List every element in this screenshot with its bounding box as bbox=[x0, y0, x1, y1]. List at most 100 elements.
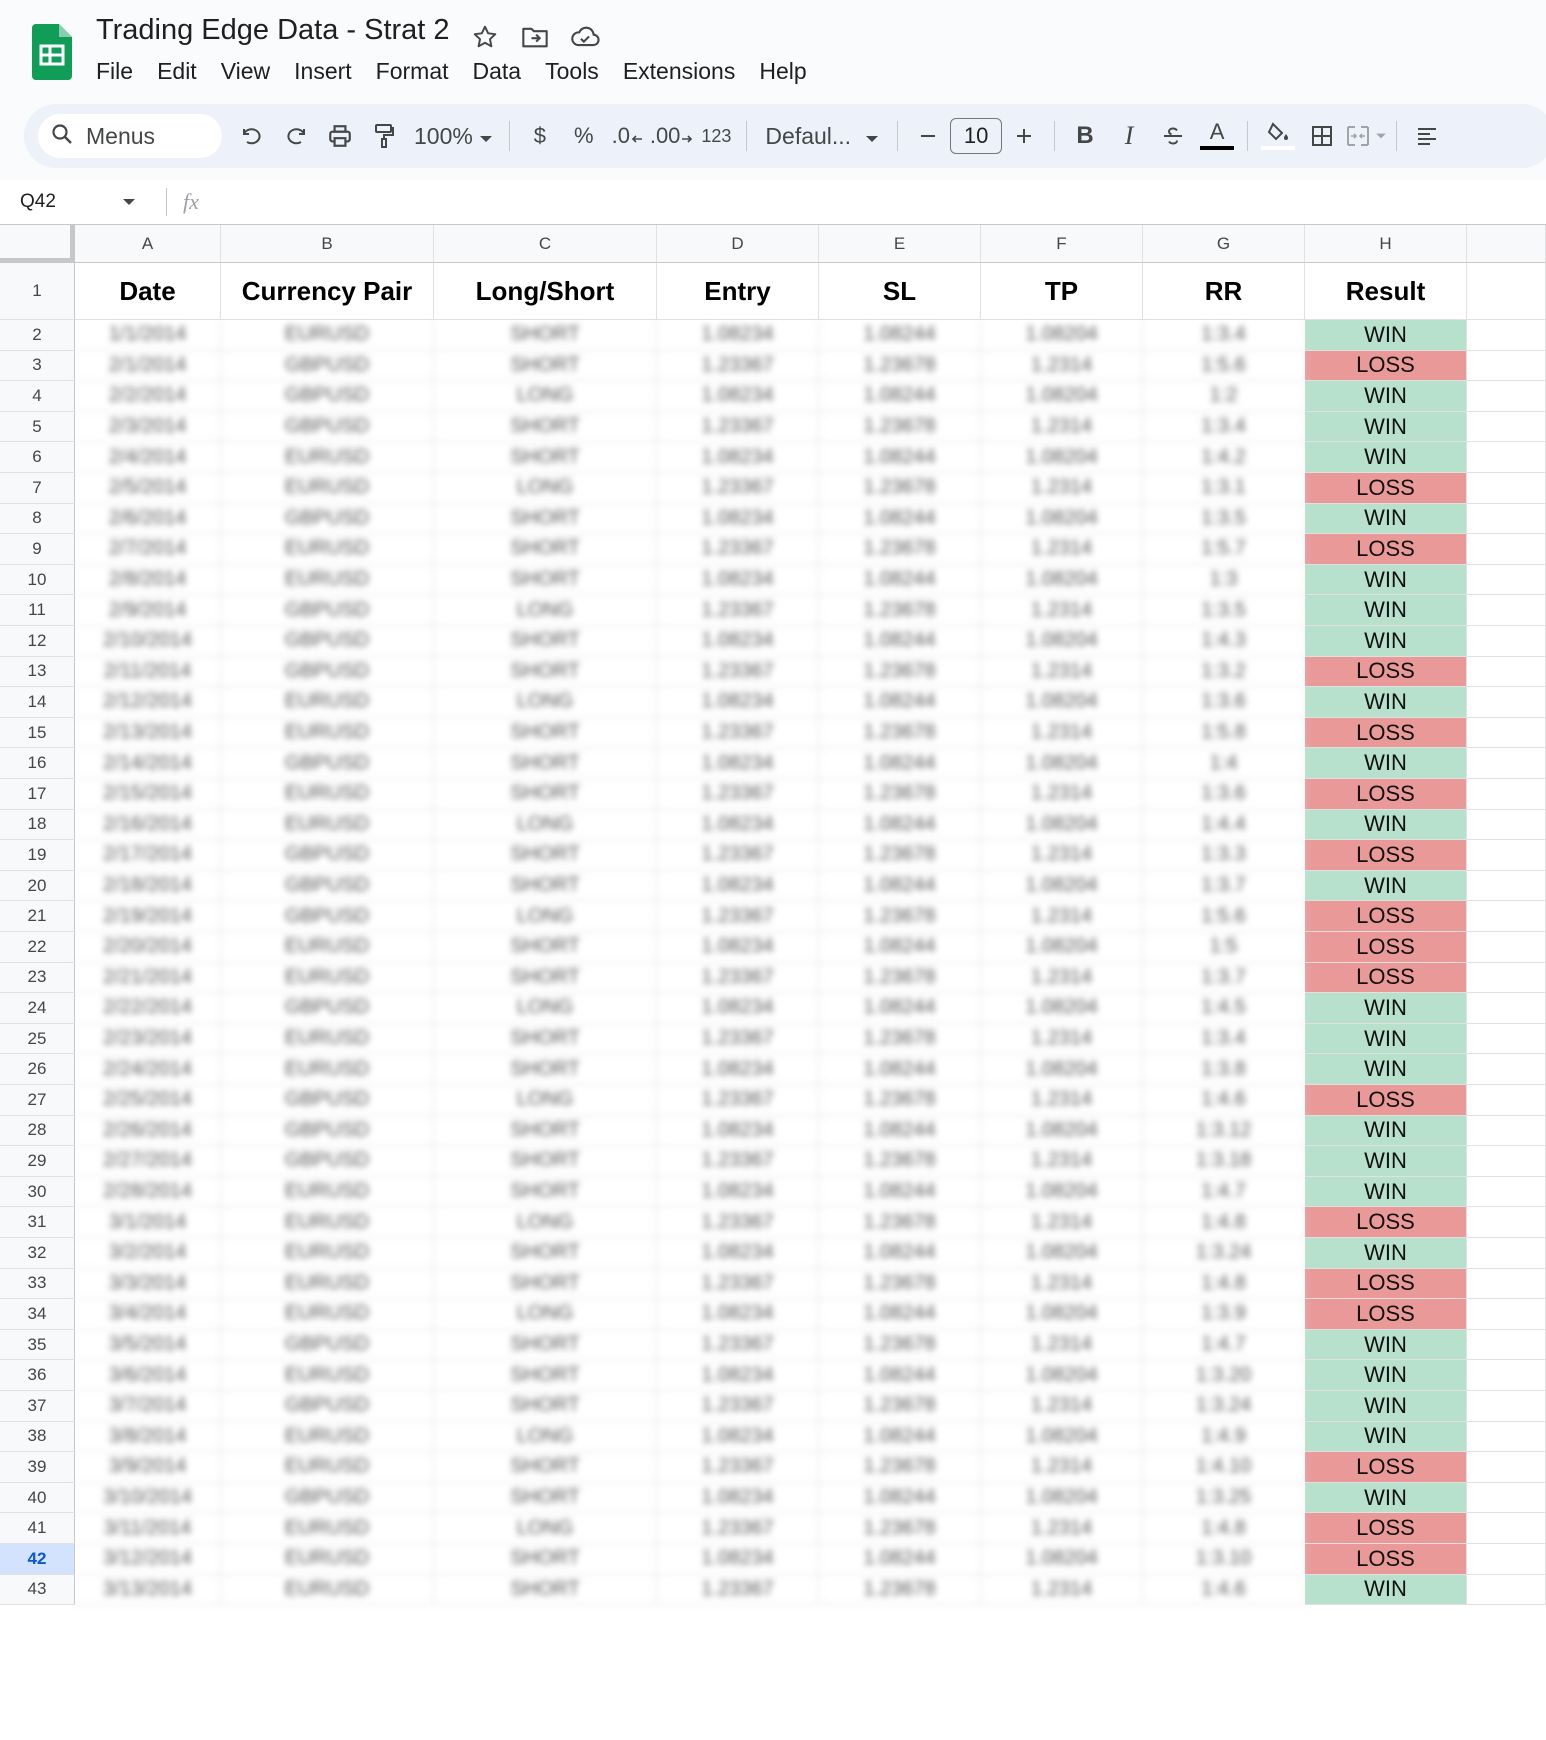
print-icon[interactable] bbox=[318, 114, 362, 158]
rr-cell[interactable]: 1:3.8 bbox=[1143, 1054, 1305, 1085]
tp-cell[interactable]: 1.08204 bbox=[981, 626, 1143, 657]
merge-cells-icon[interactable] bbox=[1344, 114, 1388, 158]
result-cell[interactable]: WIN bbox=[1305, 1023, 1467, 1055]
sl-cell[interactable]: 1.08244 bbox=[819, 932, 981, 963]
entry-cell[interactable]: 1.08234 bbox=[657, 1299, 819, 1330]
date-cell[interactable]: 2/11/2014 bbox=[75, 656, 221, 688]
empty-cell[interactable] bbox=[1467, 656, 1546, 688]
undo-icon[interactable] bbox=[230, 114, 274, 158]
menu-tools[interactable]: Tools bbox=[533, 56, 611, 87]
menu-data[interactable]: Data bbox=[461, 56, 534, 87]
currency-pair-cell[interactable]: EURUSD bbox=[221, 1421, 434, 1453]
entry-cell[interactable]: 1.23367 bbox=[657, 473, 819, 504]
long-short-cell[interactable]: SHORT bbox=[434, 1115, 657, 1147]
sl-cell[interactable]: 1.08244 bbox=[819, 381, 981, 412]
long-short-cell[interactable]: SHORT bbox=[434, 1482, 657, 1514]
column-header-a[interactable]: A bbox=[75, 225, 221, 263]
currency-pair-cell[interactable]: GBPUSD bbox=[221, 1085, 434, 1116]
menu-extensions[interactable]: Extensions bbox=[611, 56, 748, 87]
rr-cell[interactable]: 1:3.3 bbox=[1143, 840, 1305, 871]
sl-cell[interactable]: 1.08244 bbox=[819, 748, 981, 779]
sl-cell[interactable]: 1.08244 bbox=[819, 687, 981, 718]
tp-cell[interactable]: 1.08204 bbox=[981, 748, 1143, 779]
currency-pair-cell[interactable]: GBPUSD bbox=[221, 901, 434, 932]
redo-icon[interactable] bbox=[274, 114, 318, 158]
long-short-cell[interactable]: SHORT bbox=[434, 626, 657, 657]
tp-cell[interactable]: 1.2314 bbox=[981, 1391, 1143, 1422]
result-cell[interactable]: WIN bbox=[1305, 870, 1467, 902]
long-short-cell[interactable]: LONG bbox=[434, 809, 657, 841]
entry-cell[interactable]: 1.08234 bbox=[657, 564, 819, 596]
entry-cell[interactable]: 1.23367 bbox=[657, 1085, 819, 1116]
result-cell[interactable]: WIN bbox=[1305, 1054, 1467, 1085]
empty-cell[interactable] bbox=[1467, 1421, 1546, 1453]
row-header[interactable]: 7 bbox=[0, 473, 75, 504]
result-cell[interactable]: LOSS bbox=[1305, 779, 1467, 810]
long-short-cell[interactable]: SHORT bbox=[434, 932, 657, 963]
date-cell[interactable]: 2/26/2014 bbox=[75, 1115, 221, 1147]
long-short-cell[interactable]: SHORT bbox=[434, 840, 657, 871]
long-short-cell[interactable]: LONG bbox=[434, 687, 657, 718]
empty-cell[interactable] bbox=[1467, 1207, 1546, 1238]
date-cell[interactable]: 3/3/2014 bbox=[75, 1268, 221, 1300]
empty-cell[interactable] bbox=[1467, 534, 1546, 565]
tp-cell[interactable]: 1.2314 bbox=[981, 1268, 1143, 1300]
currency-pair-cell[interactable]: EURUSD bbox=[221, 687, 434, 718]
sl-cell[interactable]: 1.08244 bbox=[819, 1360, 981, 1391]
sl-cell[interactable]: 1.23678 bbox=[819, 962, 981, 994]
menu-help[interactable]: Help bbox=[747, 56, 818, 87]
empty-cell[interactable] bbox=[1467, 779, 1546, 810]
result-cell[interactable]: WIN bbox=[1305, 381, 1467, 412]
column-header-i[interactable] bbox=[1467, 225, 1546, 263]
empty-cell[interactable] bbox=[1467, 1268, 1546, 1300]
currency-pair-cell[interactable]: EURUSD bbox=[221, 717, 434, 749]
tp-cell[interactable]: 1.2314 bbox=[981, 717, 1143, 749]
column-header-c[interactable]: C bbox=[434, 225, 657, 263]
tp-cell[interactable]: 1.2314 bbox=[981, 473, 1143, 504]
tp-cell[interactable]: 1.2314 bbox=[981, 1513, 1143, 1544]
empty-cell[interactable] bbox=[1467, 350, 1546, 382]
empty-cell[interactable] bbox=[1467, 962, 1546, 994]
empty-cell[interactable] bbox=[1467, 263, 1546, 320]
entry-cell[interactable]: 1.23367 bbox=[657, 656, 819, 688]
long-short-cell[interactable]: SHORT bbox=[434, 320, 657, 351]
currency-pair-cell[interactable]: GBPUSD bbox=[221, 656, 434, 688]
long-short-cell[interactable]: SHORT bbox=[434, 1574, 657, 1606]
date-cell[interactable]: 3/12/2014 bbox=[75, 1544, 221, 1575]
currency-pair-cell[interactable]: GBPUSD bbox=[221, 1391, 434, 1422]
rr-cell[interactable]: 1:4.7 bbox=[1143, 1176, 1305, 1208]
entry-cell[interactable]: 1.23367 bbox=[657, 1574, 819, 1606]
result-cell[interactable]: WIN bbox=[1305, 1329, 1467, 1361]
currency-pair-cell[interactable]: EURUSD bbox=[221, 1268, 434, 1300]
row-header[interactable]: 25 bbox=[0, 1023, 75, 1055]
empty-cell[interactable] bbox=[1467, 473, 1546, 504]
sheet-grid[interactable]: A B C D E F G H 1 Date Currency Pair Long/Short Entr… bbox=[0, 224, 1546, 1740]
currency-pair-cell[interactable]: EURUSD bbox=[221, 1207, 434, 1238]
cloud-saved-icon[interactable] bbox=[568, 20, 602, 54]
tp-cell[interactable]: 1.08204 bbox=[981, 1421, 1143, 1453]
row-header[interactable]: 36 bbox=[0, 1360, 75, 1391]
entry-cell[interactable]: 1.23367 bbox=[657, 1207, 819, 1238]
empty-cell[interactable] bbox=[1467, 381, 1546, 412]
sl-cell[interactable]: 1.23678 bbox=[819, 411, 981, 443]
empty-cell[interactable] bbox=[1467, 717, 1546, 749]
tp-cell[interactable]: 1.08204 bbox=[981, 564, 1143, 596]
sl-cell[interactable]: 1.23678 bbox=[819, 1329, 981, 1361]
date-cell[interactable]: 3/7/2014 bbox=[75, 1391, 221, 1422]
rr-cell[interactable]: 1:4.6 bbox=[1143, 1085, 1305, 1116]
row-header[interactable]: 28 bbox=[0, 1115, 75, 1147]
entry-cell[interactable]: 1.23367 bbox=[657, 1391, 819, 1422]
result-cell[interactable]: LOSS bbox=[1305, 350, 1467, 382]
entry-cell[interactable]: 1.23367 bbox=[657, 595, 819, 626]
entry-cell[interactable]: 1.08234 bbox=[657, 1238, 819, 1269]
entry-cell[interactable]: 1.23367 bbox=[657, 534, 819, 565]
sl-cell[interactable]: 1.08244 bbox=[819, 1176, 981, 1208]
currency-pair-cell[interactable]: EURUSD bbox=[221, 1360, 434, 1391]
date-cell[interactable]: 2/23/2014 bbox=[75, 1023, 221, 1055]
empty-cell[interactable] bbox=[1467, 809, 1546, 841]
date-cell[interactable]: 2/21/2014 bbox=[75, 962, 221, 994]
currency-pair-cell[interactable]: EURUSD bbox=[221, 932, 434, 963]
rr-cell[interactable]: 1:3.6 bbox=[1143, 687, 1305, 718]
tp-cell[interactable]: 1.2314 bbox=[981, 656, 1143, 688]
row-header[interactable]: 8 bbox=[0, 503, 75, 535]
